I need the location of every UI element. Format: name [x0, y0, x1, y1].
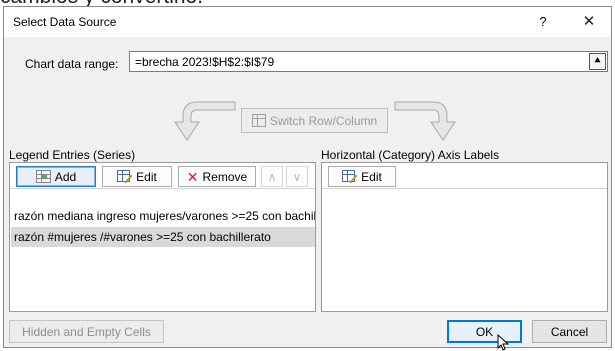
- add-series-button[interactable]: Add: [16, 166, 96, 187]
- select-data-source-dialog: Select Data Source ? ✕ Chart data range:…: [3, 6, 612, 348]
- remove-series-label: Remove: [202, 169, 248, 184]
- edit-series-label: Edit: [136, 169, 157, 184]
- remove-series-button[interactable]: ✕ Remove: [178, 166, 256, 187]
- series-list-item[interactable]: razón #mujeres /#varones >=25 con bachil…: [11, 227, 315, 247]
- chart-data-range-input[interactable]: =brecha 2023!$H$2:$I$79: [129, 51, 608, 72]
- edit-table-icon: [117, 170, 133, 183]
- close-button[interactable]: ✕: [576, 11, 602, 33]
- switch-row-column-label: Switch Row/Column: [269, 113, 378, 128]
- collapse-dialog-button[interactable]: ⯅: [589, 53, 606, 70]
- title-bar: Select Data Source ? ✕: [4, 7, 611, 37]
- edit-series-button[interactable]: Edit: [102, 166, 172, 187]
- help-button[interactable]: ?: [532, 11, 554, 33]
- axis-labels-panel: Edit: [321, 162, 608, 312]
- ok-button[interactable]: OK: [447, 320, 522, 343]
- move-up-button[interactable]: ∧: [261, 166, 283, 187]
- switch-grid-icon: [251, 114, 266, 127]
- move-down-button[interactable]: ∨: [286, 166, 308, 187]
- add-series-label: Add: [54, 169, 77, 184]
- legend-entries-label: Legend Entries (Series): [9, 148, 136, 162]
- edit-axis-labels-label: Edit: [361, 169, 382, 184]
- mouse-cursor-icon: [497, 334, 510, 351]
- left-curved-arrow-icon: [174, 101, 236, 141]
- edit-axis-labels-button[interactable]: Edit: [328, 166, 396, 187]
- legend-entries-panel: Add Edit ✕ Remove ∧ ∨ razón mediana ingr…: [9, 162, 316, 312]
- chevron-down-icon: ∨: [292, 169, 302, 184]
- hidden-empty-cells-button[interactable]: Hidden and Empty Cells: [9, 320, 164, 343]
- series-list-item[interactable]: razón mediana ingreso mujeres/varones >=…: [11, 206, 315, 226]
- cancel-button[interactable]: Cancel: [532, 320, 607, 343]
- legend-toolbar: Add Edit ✕ Remove ∧ ∨: [10, 163, 315, 189]
- switch-row-column-button[interactable]: Switch Row/Column: [241, 108, 388, 133]
- axis-labels-label: Horizontal (Category) Axis Labels: [321, 148, 500, 162]
- add-grid-icon: [35, 170, 51, 183]
- dialog-title: Select Data Source: [13, 15, 117, 29]
- axis-labels-toolbar: Edit: [322, 163, 607, 189]
- chevron-up-icon: ∧: [267, 169, 277, 184]
- chart-data-range-label: Chart data range:: [25, 57, 119, 71]
- edit-table-icon: [342, 170, 358, 183]
- right-curved-arrow-icon: [394, 101, 456, 141]
- remove-x-icon: ✕: [186, 168, 199, 185]
